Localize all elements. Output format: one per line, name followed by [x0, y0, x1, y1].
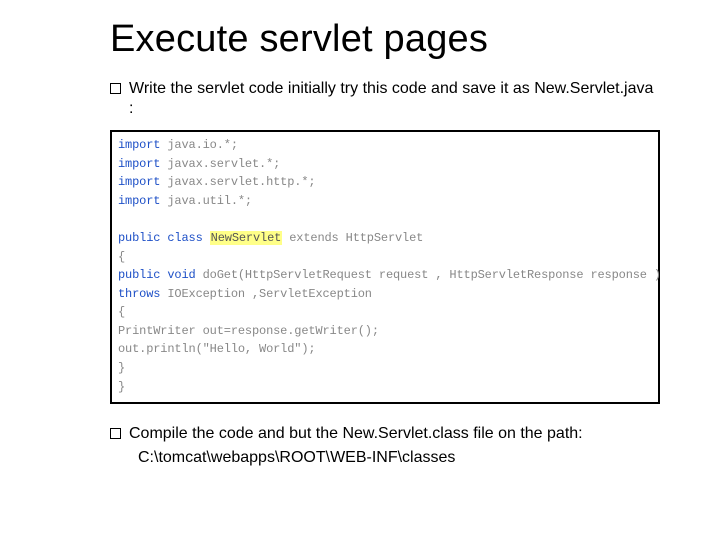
bullet-compile: Compile the code and but the New.Servlet… — [110, 424, 660, 444]
code-content: import java.io.*; import javax.servlet.*… — [116, 134, 654, 398]
highlight-classname: NewServlet — [210, 231, 283, 245]
code-snippet: import java.io.*; import javax.servlet.*… — [110, 130, 660, 404]
slide: Execute servlet pages Write the servlet … — [0, 0, 720, 540]
path-line: C:\tomcat\webapps\ROOT\WEB-INF\classes — [138, 449, 660, 467]
bullet-write-code: Write the servlet code initially try thi… — [110, 79, 660, 120]
bullet-text: Compile the code and but the New.Servlet… — [129, 424, 583, 444]
page-title: Execute servlet pages — [110, 18, 660, 61]
square-bullet-icon — [110, 83, 121, 94]
square-bullet-icon — [110, 428, 121, 439]
bullet-text: Write the servlet code initially try thi… — [129, 79, 660, 120]
